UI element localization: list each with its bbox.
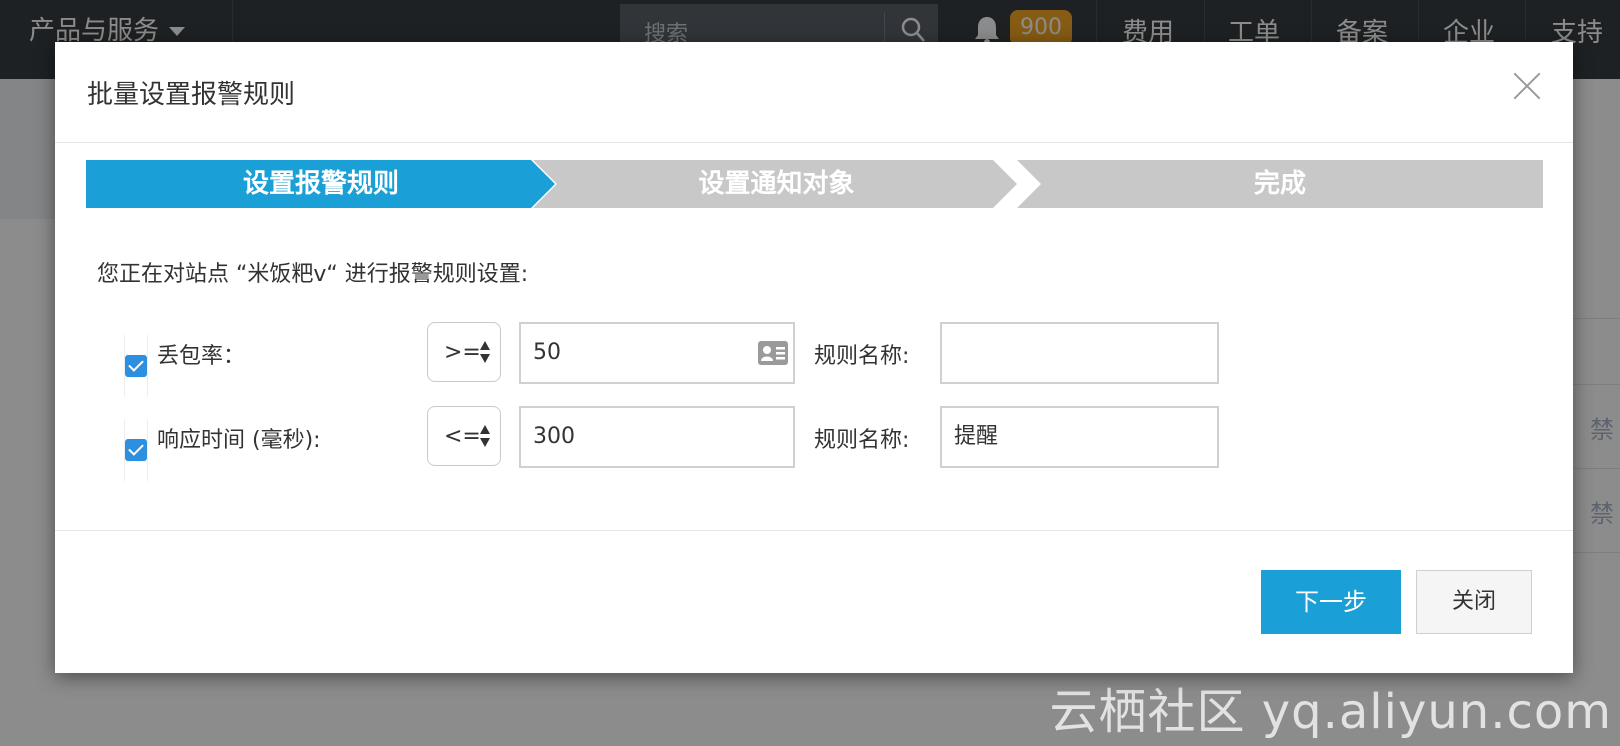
- rule-name-label: 规则名称:: [814, 344, 910, 369]
- rule-name-label: 规则名称:: [814, 428, 910, 453]
- next-step-button[interactable]: 下一步: [1261, 570, 1401, 634]
- dialog-header-divider: [55, 142, 1573, 143]
- rule-name-input[interactable]: [940, 322, 1219, 384]
- operator-select[interactable]: <=: [427, 406, 501, 466]
- dialog-footer-divider: [55, 530, 1573, 531]
- threshold-value: 50: [533, 340, 561, 365]
- step-complete: 完成: [1017, 160, 1543, 208]
- watermark: 云栖社区 yq.aliyun.com: [1049, 684, 1612, 740]
- response-time-checkbox[interactable]: [125, 439, 147, 461]
- step-label: 设置报警规则: [242, 169, 399, 199]
- close-icon[interactable]: [1507, 66, 1547, 106]
- rule-name-input[interactable]: 提醒: [940, 406, 1219, 468]
- select-arrows-icon: [480, 341, 490, 365]
- metric-label-response-time: 响应时间 (毫秒):: [157, 428, 321, 453]
- contact-card-icon: [758, 341, 788, 365]
- batch-alarm-rules-dialog: 批量设置报警规则 设置报警规则 设置通知对象 完成 您正在对站点 “米饭粑v“ …: [55, 42, 1573, 673]
- close-button[interactable]: 关闭: [1416, 570, 1532, 634]
- threshold-value: 300: [533, 424, 575, 449]
- operator-value: <=: [444, 424, 481, 449]
- step-set-notify-target: 设置通知对象: [533, 160, 1020, 208]
- dialog-title: 批量设置报警规则: [87, 80, 296, 110]
- threshold-input[interactable]: 300: [519, 406, 795, 468]
- operator-select[interactable]: >=: [427, 322, 501, 382]
- operator-value: >=: [444, 340, 481, 365]
- threshold-input[interactable]: 50: [519, 322, 795, 384]
- step-label: 完成: [1253, 169, 1306, 199]
- packet-loss-checkbox[interactable]: [125, 355, 147, 377]
- wizard-steps: 设置报警规则 设置通知对象 完成: [86, 160, 1543, 208]
- step-label: 设置通知对象: [698, 169, 855, 199]
- select-arrows-icon: [480, 425, 490, 449]
- rule-name-value: 提醒: [954, 424, 999, 449]
- site-intro-text: 您正在对站点 “米饭粑v“ 进行报警规则设置:: [97, 262, 529, 287]
- step-set-alarm-rules: 设置报警规则: [86, 160, 556, 208]
- metric-label-packet-loss: 丢包率：: [157, 344, 246, 369]
